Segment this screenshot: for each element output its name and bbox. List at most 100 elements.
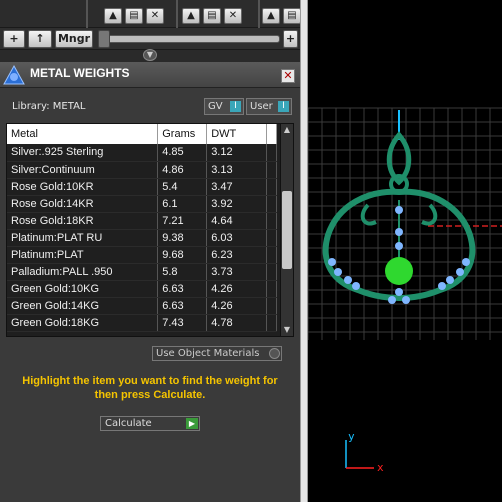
cell-grams: 7.43 [157, 314, 208, 332]
gem [388, 296, 396, 304]
cell-grams: 4.85 [157, 144, 208, 162]
cell-metal: Silver:.925 Sterling [7, 144, 159, 162]
toolbar-separator [258, 0, 260, 28]
cell-grams: 9.38 [157, 229, 208, 247]
cell-metal: Platinum:PLAT RU [7, 229, 159, 247]
y-axis-label: y [348, 430, 355, 443]
table-row[interactable]: Silver:Continuum 4.86 3.13 [7, 161, 277, 179]
table-header-row: Metal Grams DWT [7, 124, 277, 144]
cell-spacer [266, 297, 277, 315]
column-header-metal[interactable]: Metal [7, 124, 159, 144]
save-icon[interactable]: ▤ [283, 8, 301, 24]
cell-spacer [266, 280, 277, 298]
delete-button[interactable]: ✕ [224, 8, 242, 24]
metal-weights-icon [3, 64, 25, 85]
play-icon[interactable]: ▶ [186, 418, 198, 429]
gem [395, 242, 403, 250]
save-icon[interactable]: ▤ [125, 8, 143, 24]
user-toggle[interactable]: User I [246, 98, 292, 115]
gem [462, 258, 470, 266]
save-icon[interactable]: ▤ [203, 8, 221, 24]
cell-grams: 5.4 [157, 178, 208, 196]
column-header-extra [266, 124, 277, 144]
up-arrow-button[interactable]: ↑ [28, 30, 52, 48]
3d-viewport[interactable]: y x [307, 0, 502, 502]
gem [395, 228, 403, 236]
table-row[interactable]: Rose Gold:10KR 5.4 3.47 [7, 178, 277, 196]
cell-dwt: 4.64 [206, 212, 268, 230]
gem [334, 268, 342, 276]
user-toggle-indicator: I [278, 101, 289, 112]
cell-grams: 6.63 [157, 297, 208, 315]
cell-spacer [266, 144, 277, 162]
use-object-materials-radio[interactable] [269, 348, 280, 359]
cell-spacer [266, 195, 277, 213]
top-toolbar: ▲ ▤ ✕ ▲ ▤ ✕ ▲ ▤ [0, 0, 301, 28]
gem [395, 206, 403, 214]
library-label: Library: METAL [12, 101, 86, 112]
table-row[interactable]: Green Gold:10KG 6.63 4.26 [7, 280, 277, 298]
move-up-button[interactable]: ▲ [104, 8, 122, 24]
cell-metal: Rose Gold:14KR [7, 195, 159, 213]
panel-titlebar: METAL WEIGHTS ✕ [0, 62, 300, 88]
use-object-materials-label: Use Object Materials [156, 348, 260, 359]
cell-dwt: 6.23 [206, 246, 268, 264]
column-header-dwt[interactable]: DWT [206, 124, 268, 144]
toolbar-group-3: ▲ ▤ [262, 8, 301, 24]
table-row[interactable]: Platinum:PLAT 9.68 6.23 [7, 246, 277, 264]
cell-grams: 7.21 [157, 212, 208, 230]
cell-metal: Green Gold:10KG [7, 280, 159, 298]
x-axis-label: x [377, 461, 384, 474]
gv-toggle-indicator: I [230, 101, 241, 112]
scrollbar-thumb[interactable] [282, 191, 292, 269]
table-scrollbar[interactable]: ▲ ▼ [280, 124, 293, 336]
cell-spacer [266, 212, 277, 230]
gem [438, 282, 446, 290]
delete-button[interactable]: ✕ [146, 8, 164, 24]
add-right-button[interactable]: + [283, 30, 298, 48]
metal-table: Metal Grams DWT Silver:.925 Sterling 4.85… [6, 123, 294, 337]
gem [328, 258, 336, 266]
viewport-splitter[interactable] [300, 0, 308, 502]
table-row[interactable]: Palladium:PALL .950 5.8 3.73 [7, 263, 277, 281]
table-row[interactable]: Green Gold:18KG 7.43 4.78 [7, 314, 277, 332]
cell-grams: 6.63 [157, 280, 208, 298]
scroll-up-icon[interactable]: ▲ [281, 124, 293, 136]
close-button[interactable]: ✕ [281, 69, 295, 83]
cell-grams: 6.1 [157, 195, 208, 213]
cell-dwt: 4.26 [206, 297, 268, 315]
viewport-canvas[interactable]: y x [307, 0, 502, 502]
cell-dwt: 3.12 [206, 144, 268, 162]
collapse-handle[interactable]: ▼ [143, 49, 157, 61]
cell-metal: Platinum:PLAT [7, 246, 159, 264]
cell-dwt: 6.03 [206, 229, 268, 247]
column-header-grams[interactable]: Grams [157, 124, 208, 144]
table-row[interactable]: Silver:.925 Sterling 4.85 3.12 [7, 144, 277, 162]
instruction-text: Highlight the item you want to find the … [22, 375, 278, 401]
cell-dwt: 3.13 [206, 161, 268, 179]
scroll-down-icon[interactable]: ▼ [281, 324, 293, 336]
move-up-button[interactable]: ▲ [262, 8, 280, 24]
gem [344, 276, 352, 284]
use-object-materials-toggle[interactable]: Use Object Materials [152, 346, 282, 361]
zoom-slider-handle[interactable] [98, 30, 110, 48]
gem [352, 282, 360, 290]
gv-toggle[interactable]: GV I [204, 98, 244, 115]
gem [446, 276, 454, 284]
gem [456, 268, 464, 276]
table-row[interactable]: Green Gold:14KG 6.63 4.26 [7, 297, 277, 315]
calculate-button[interactable]: Calculate ▶ [100, 416, 200, 431]
table-row[interactable]: Rose Gold:18KR 7.21 4.64 [7, 212, 277, 230]
table-row[interactable]: Rose Gold:14KR 6.1 3.92 [7, 195, 277, 213]
table-row[interactable]: Platinum:PLAT RU 9.38 6.03 [7, 229, 277, 247]
manager-button[interactable]: Mngr [55, 30, 93, 48]
move-up-button[interactable]: ▲ [182, 8, 200, 24]
zoom-slider[interactable] [102, 35, 280, 43]
cell-grams: 5.8 [157, 263, 208, 281]
gem [395, 288, 403, 296]
cell-grams: 9.68 [157, 246, 208, 264]
cell-spacer [266, 229, 277, 247]
cell-metal: Palladium:PALL .950 [7, 263, 159, 281]
add-button[interactable]: + [3, 30, 25, 48]
calculate-label: Calculate [105, 418, 152, 429]
